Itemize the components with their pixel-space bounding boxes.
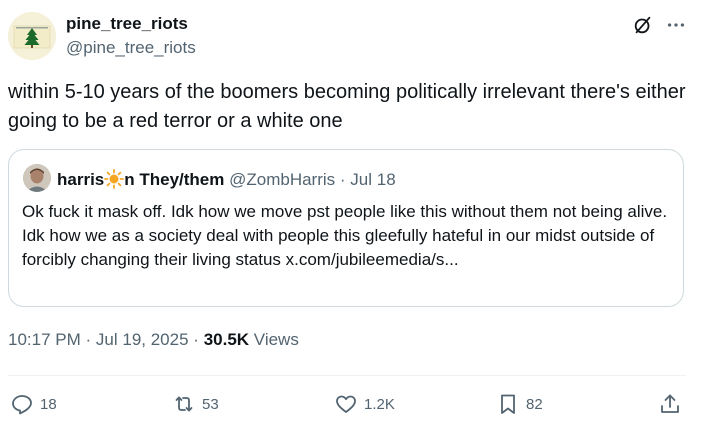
author-name[interactable]: pine_tree_riots xyxy=(66,14,188,34)
quote-author-avatar[interactable] xyxy=(23,164,51,192)
sun-emoji-icon xyxy=(104,169,125,189)
like-count: 1.2K xyxy=(364,395,395,413)
share-icon xyxy=(661,394,679,413)
views-count: 30.5K xyxy=(203,330,250,349)
reply-button[interactable]: 18 xyxy=(10,390,57,418)
tweet-meta: 10:17 PM · Jul 19, 2025 · 30.5K Views xyxy=(8,330,299,350)
quote-tweet-card[interactable]: harris n They/them @ZombHarris · Jul 18 O… xyxy=(8,149,684,307)
repost-count: 53 xyxy=(202,395,219,413)
quote-author-name[interactable]: harris n They/them xyxy=(57,169,224,189)
quote-author-handle[interactable]: @ZombHarris xyxy=(229,170,335,189)
quote-date[interactable]: Jul 18 xyxy=(350,170,395,189)
tweet-date[interactable]: Jul 19, 2025 xyxy=(96,330,189,349)
divider xyxy=(8,375,686,376)
pine-tree-flag-icon xyxy=(8,12,56,60)
quote-text: Ok fuck it mask off. Idk how we move pst… xyxy=(22,202,668,269)
bookmark-icon xyxy=(501,394,515,414)
like-button[interactable]: 1.2K xyxy=(334,390,395,418)
reply-icon xyxy=(12,395,32,415)
views-label: Views xyxy=(253,330,299,349)
author-handle[interactable]: @pine_tree_riots xyxy=(66,38,196,58)
more-icon[interactable] xyxy=(665,14,687,36)
quote-separator: · xyxy=(339,170,346,189)
reply-count: 18 xyxy=(40,395,57,413)
repost-button[interactable]: 53 xyxy=(172,390,219,418)
bookmark-button[interactable]: 82 xyxy=(496,390,543,418)
meta-separator: · xyxy=(193,330,199,349)
repost-icon xyxy=(175,396,193,412)
author-avatar[interactable] xyxy=(8,12,56,60)
like-icon xyxy=(336,395,356,413)
tweet-time[interactable]: 10:17 PM xyxy=(8,330,81,349)
meta-separator: · xyxy=(85,330,92,349)
profile-photo-icon xyxy=(23,164,51,192)
share-button[interactable] xyxy=(658,390,682,418)
grok-icon[interactable] xyxy=(632,14,654,36)
bookmark-count: 82 xyxy=(526,395,543,413)
quote-header: harris n They/them @ZombHarris · Jul 18 xyxy=(57,169,396,190)
tweet-text: within 5-10 years of the boomers becomin… xyxy=(8,81,686,132)
